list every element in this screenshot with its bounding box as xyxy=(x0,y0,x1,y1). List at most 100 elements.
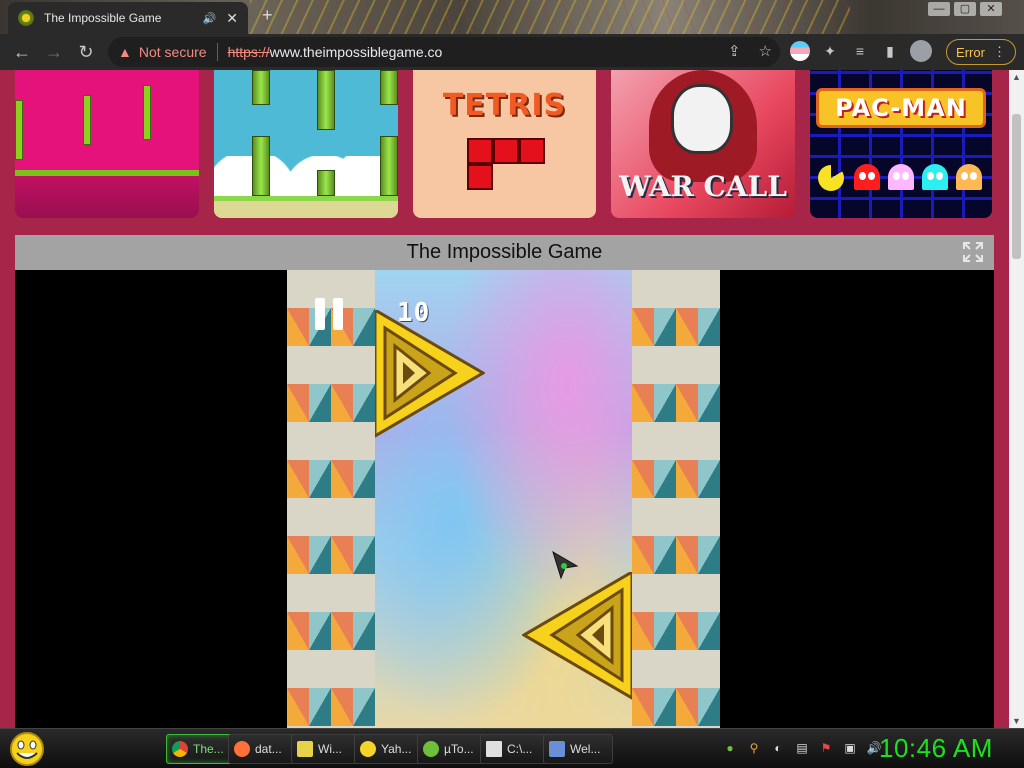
search-icon[interactable]: ⚲ xyxy=(746,740,762,756)
error-button[interactable]: Error ⋮ xyxy=(946,39,1016,65)
pipe xyxy=(252,70,270,105)
fullscreen-icon[interactable] xyxy=(962,241,984,263)
taskbar-item-firefox[interactable]: dat... xyxy=(228,734,298,764)
back-button[interactable]: ← xyxy=(6,36,38,68)
taskbar-item-yahoo[interactable]: Yah... xyxy=(354,734,424,764)
taskbar-clock[interactable]: 10:46 AM xyxy=(879,733,993,764)
tetris-block xyxy=(519,138,545,164)
site-favicon-icon xyxy=(18,10,34,26)
right-triangle-wall xyxy=(632,270,720,728)
pipe xyxy=(252,136,270,196)
forward-button[interactable]: → xyxy=(38,36,70,68)
reload-button[interactable]: ↻ xyxy=(70,36,102,68)
document-icon xyxy=(549,741,565,757)
game-title-bar: The Impossible Game xyxy=(15,235,994,270)
desktop-wallpaper-strip xyxy=(250,0,850,34)
share-icon[interactable]: ⇪ xyxy=(728,42,741,60)
pipe xyxy=(380,70,398,105)
close-icon[interactable]: ✕ xyxy=(226,10,238,27)
utorrent-icon xyxy=(423,741,439,757)
taskbar-item-label: µTo... xyxy=(444,742,474,756)
pipe xyxy=(317,170,335,196)
action-center-icon[interactable]: ⚑ xyxy=(818,740,834,756)
thumbnail-clouds xyxy=(214,156,398,196)
url-host: www.theimpossiblegame.co xyxy=(269,44,443,60)
tetris-block xyxy=(467,164,493,190)
scroll-down-icon[interactable]: ▼ xyxy=(1012,716,1021,726)
pac-man-logo: PAC-MAN xyxy=(816,88,986,128)
pipe xyxy=(317,70,335,130)
scrollbar-thumb[interactable] xyxy=(1012,114,1021,259)
7zip-icon xyxy=(486,741,502,757)
smiley-icon xyxy=(360,741,376,757)
divider xyxy=(216,43,218,61)
game-thumbnail-flappy-pink[interactable] xyxy=(15,70,199,218)
thumbnail-ground xyxy=(214,196,398,218)
address-bar[interactable]: ▲ Not secure https:// www.theimpossibleg… xyxy=(108,37,780,67)
reading-list-icon[interactable]: ≡ xyxy=(850,41,870,61)
taskbar-item-7zip[interactable]: C:\... xyxy=(480,734,550,764)
firefox-icon xyxy=(234,741,250,757)
game-frame: 10 xyxy=(15,270,994,728)
utorrent-tray-icon[interactable]: ● xyxy=(722,740,738,756)
scroll-up-icon[interactable]: ▲ xyxy=(1012,72,1021,82)
taskbar-item-windows[interactable]: Wi... xyxy=(291,734,361,764)
status-tray-icon[interactable]: ◐ xyxy=(770,740,786,756)
chrome-icon xyxy=(172,741,188,757)
game-thumbnail-tetris[interactable]: TETRIS xyxy=(413,70,596,218)
game-canvas[interactable]: 10 xyxy=(287,270,720,728)
taskbar-item-utorrent[interactable]: µTo... xyxy=(417,734,487,764)
pillar xyxy=(15,100,23,160)
left-spike-obstacle xyxy=(375,310,485,438)
display-icon[interactable]: ▣ xyxy=(842,740,858,756)
taskbar-item-label: Wi... xyxy=(318,742,342,756)
ghost-red-icon xyxy=(854,164,880,190)
ghost-orange-icon xyxy=(956,164,982,190)
tab-title: The Impossible Game xyxy=(44,11,162,25)
game-thumbnail-war-call[interactable]: WAR CALL xyxy=(611,70,795,218)
left-triangle-wall xyxy=(287,270,375,728)
url-scheme: https:// xyxy=(227,44,270,60)
taskbar-item-label: dat... xyxy=(255,742,282,756)
system-tray: ● ⚲ ◐ ▤ ⚑ ▣ 🔊 xyxy=(722,740,882,756)
taskbar-item-label: C:\... xyxy=(507,742,533,756)
player-arrow-icon xyxy=(552,550,579,580)
game-thumbnail-flappy-bird[interactable] xyxy=(214,70,398,218)
browser-title-bar: The Impossible Game 🔊 ✕ + — ▢ ✕ xyxy=(0,0,1024,34)
menu-kebab-icon[interactable]: ⋮ xyxy=(993,44,1006,60)
browser-toolbar: ← → ↻ ▲ Not secure https:// www.theimpos… xyxy=(0,34,1024,70)
taskbar-item-welcome[interactable]: Wel... xyxy=(543,734,613,764)
taskbar-item-label: The... xyxy=(193,742,224,756)
pillar xyxy=(143,85,151,140)
browser-tab[interactable]: The Impossible Game 🔊 ✕ xyxy=(8,2,248,34)
taskbar-item-label: Wel... xyxy=(570,742,601,756)
pillar xyxy=(83,95,91,145)
taskbar: The... dat... Wi... Yah... µTo... C:\...… xyxy=(0,728,1024,768)
tetris-logo: TETRIS xyxy=(442,88,567,123)
profile-avatar-icon[interactable] xyxy=(910,40,932,62)
taskbar-item-chrome[interactable]: The... xyxy=(166,734,236,764)
new-tab-button[interactable]: + xyxy=(262,5,273,26)
game-title: The Impossible Game xyxy=(406,241,603,263)
skull-icon xyxy=(671,84,733,154)
extension-flag-icon[interactable] xyxy=(790,41,810,61)
network-icon[interactable]: ▤ xyxy=(794,740,810,756)
extensions-puzzle-icon[interactable]: ✦ xyxy=(820,41,840,61)
side-panel-icon[interactable]: ▮ xyxy=(880,41,900,61)
war-call-logo: WAR CALL xyxy=(619,170,787,203)
start-smiley-icon[interactable] xyxy=(8,731,46,767)
pac-man-icon xyxy=(818,165,844,191)
game-thumbnail-pac-man[interactable]: PAC-MAN xyxy=(810,70,992,218)
folder-icon xyxy=(297,741,313,757)
security-status[interactable]: Not secure xyxy=(139,44,207,60)
minimize-button[interactable]: — xyxy=(928,2,950,16)
page-scrollbar[interactable]: ▲ ▼ xyxy=(1009,70,1024,728)
bookmark-star-icon[interactable]: ☆ xyxy=(759,42,772,60)
maximize-button[interactable]: ▢ xyxy=(954,2,976,16)
pause-icon[interactable] xyxy=(315,298,347,330)
warning-triangle-icon[interactable]: ▲ xyxy=(118,44,132,60)
tetris-block xyxy=(467,138,493,164)
speaker-icon[interactable]: 🔊 xyxy=(203,12,217,25)
ghost-pink-icon xyxy=(888,164,914,190)
window-close-button[interactable]: ✕ xyxy=(980,2,1002,16)
